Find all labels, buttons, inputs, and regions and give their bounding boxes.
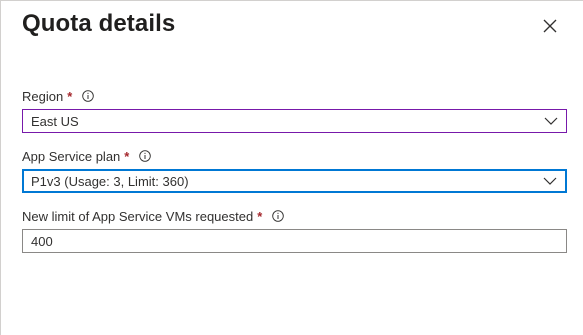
limit-label: New limit of App Service VMs requested xyxy=(22,208,254,224)
info-icon[interactable] xyxy=(139,150,152,162)
region-select[interactable]: East US xyxy=(22,109,567,133)
chevron-down-icon xyxy=(543,177,557,185)
plan-label: App Service plan xyxy=(22,148,121,164)
new-limit-field: New limit of App Service VMs requested *… xyxy=(22,207,567,253)
chevron-down-icon xyxy=(544,117,558,125)
close-icon xyxy=(543,19,557,33)
info-icon[interactable] xyxy=(82,90,95,102)
plan-select-value: P1v3 (Usage: 3, Limit: 360) xyxy=(31,173,189,189)
app-service-plan-field: App Service plan * P1v3 (Usage: 3, Limit… xyxy=(22,147,567,193)
required-marker: * xyxy=(67,88,73,104)
panel-title: Quota details xyxy=(22,10,176,37)
required-marker: * xyxy=(257,208,263,224)
region-field: Region * East US xyxy=(22,87,567,133)
region-label: Region xyxy=(22,88,64,104)
new-limit-value: 400 xyxy=(31,233,53,249)
region-select-value: East US xyxy=(31,113,79,129)
required-marker: * xyxy=(124,148,130,164)
limit-label-row: New limit of App Service VMs requested * xyxy=(22,207,567,225)
info-icon[interactable] xyxy=(272,210,285,222)
quota-details-panel: Quota details Region * East US App Servi… xyxy=(0,0,583,335)
close-button[interactable] xyxy=(539,15,561,37)
app-service-plan-select[interactable]: P1v3 (Usage: 3, Limit: 360) xyxy=(22,169,567,193)
plan-label-row: App Service plan * xyxy=(22,147,567,165)
region-label-row: Region * xyxy=(22,87,567,105)
new-limit-input[interactable]: 400 xyxy=(22,229,567,253)
